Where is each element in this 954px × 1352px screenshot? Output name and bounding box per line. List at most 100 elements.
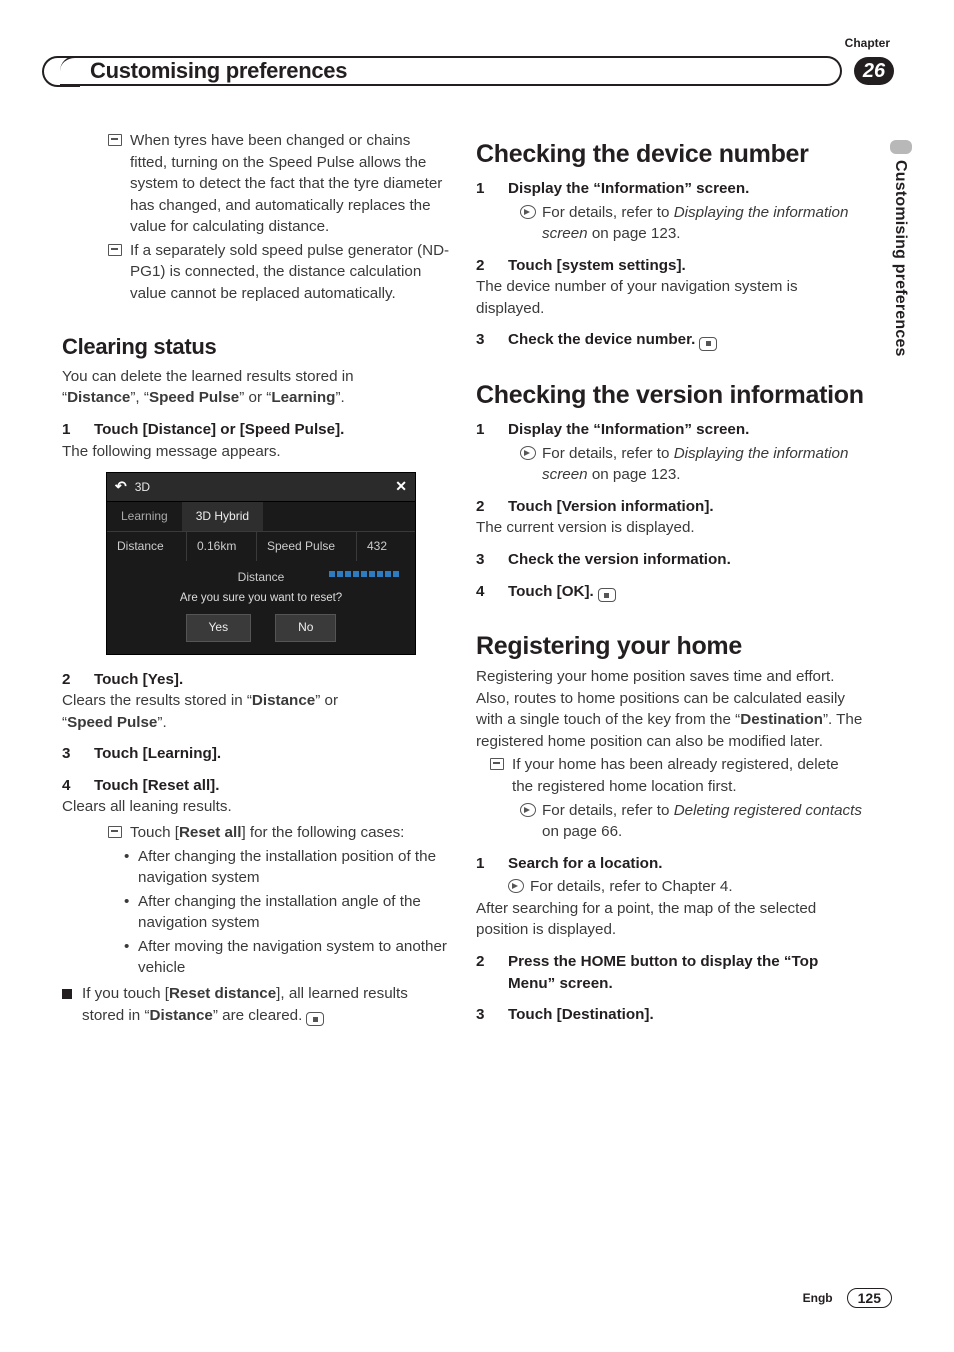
step-body: Clears the results stored in “Distance” …	[62, 690, 450, 733]
reference-icon	[520, 446, 536, 460]
note-item: If your home has been already registered…	[490, 754, 864, 797]
close-icon[interactable]: ✕	[395, 477, 407, 497]
bullet-icon: •	[124, 936, 138, 979]
dialog-title: Distance	[107, 561, 415, 588]
chapter-label: Chapter	[845, 36, 890, 50]
step-body: Clears all leaning results.	[62, 796, 450, 818]
cell-speed-pulse-label[interactable]: Speed Pulse	[257, 532, 357, 561]
term-distance: Distance	[67, 389, 130, 406]
bullet-item: •After changing the installation positio…	[124, 846, 450, 889]
no-button[interactable]: No	[275, 614, 336, 641]
body-text: Registering your home position saves tim…	[476, 666, 864, 752]
text-fragment: For details, refer to	[542, 204, 674, 221]
section-heading-registering-home: Registering your home	[476, 632, 864, 660]
page-number: 125	[847, 1288, 892, 1308]
square-icon	[62, 989, 72, 999]
note-icon	[490, 758, 504, 770]
section-heading-clearing-status: Clearing status	[62, 331, 450, 362]
step-2: 2 Touch [Version information].	[476, 496, 864, 518]
note-icon	[108, 244, 122, 256]
tab-3d-hybrid[interactable]: 3D Hybrid	[182, 502, 263, 531]
header-title: Customising preferences	[90, 58, 347, 84]
step-4: 4 Touch [Reset all].	[62, 775, 450, 797]
bullet-icon: •	[124, 846, 138, 889]
side-tab-marker	[890, 140, 912, 154]
step-2: 2 Touch [Yes].	[62, 669, 450, 691]
body-text: You can delete the learned results store…	[62, 366, 450, 409]
square-note: If you touch [Reset distance], all learn…	[62, 983, 450, 1026]
term-distance: Distance	[150, 1007, 213, 1024]
step-text: Check the version information.	[508, 549, 864, 571]
reference: For details, refer to Displaying the inf…	[520, 443, 864, 486]
step-text: Touch [system settings].	[508, 255, 864, 277]
term-reset-distance: Reset distance	[169, 985, 276, 1002]
bullet-item: •After changing the installation angle o…	[124, 891, 450, 934]
step-text: Touch [Version information].	[508, 496, 864, 518]
section-end-icon	[699, 337, 717, 351]
reference: For details, refer to Deleting registere…	[520, 800, 864, 843]
bullet-text: After moving the navigation system to an…	[138, 936, 450, 979]
reference: For details, refer to Chapter 4.	[508, 876, 864, 898]
reference-icon	[520, 803, 536, 817]
reference-icon	[508, 879, 524, 893]
note-text: If your home has been already registered…	[512, 754, 864, 797]
step-number: 3	[476, 329, 508, 351]
step-text: Touch [Destination].	[508, 1004, 864, 1026]
bullet-item: •After moving the navigation system to a…	[124, 936, 450, 979]
step-number: 2	[62, 669, 94, 691]
step-number: 3	[476, 549, 508, 571]
step-body: The device number of your navigation sys…	[476, 276, 864, 319]
step-2: 2 Press the HOME button to display the “…	[476, 951, 864, 994]
text-fragment: For details, refer to	[542, 802, 674, 819]
step-3: 3 Touch [Learning].	[62, 743, 450, 765]
term-speed-pulse: Speed Pulse	[67, 714, 157, 731]
step-number: 2	[476, 951, 508, 994]
note-icon	[108, 134, 122, 146]
step-4: 4 Touch [OK].	[476, 581, 864, 603]
text-fragment: You can delete the learned results store…	[62, 368, 354, 385]
bullet-text: After changing the installation position…	[138, 846, 450, 889]
step-text: Press the HOME button to display the “To…	[508, 951, 864, 994]
term-learning: Learning	[271, 389, 335, 406]
section-heading-version-info: Checking the version information	[476, 381, 864, 409]
step-text: Touch [OK].	[508, 581, 864, 603]
note-text: Touch [Reset all] for the following case…	[130, 822, 450, 844]
term-destination: Destination	[740, 711, 823, 728]
reference-text: For details, refer to Deleting registere…	[542, 800, 864, 843]
reference-title: Deleting registered contacts	[674, 802, 862, 819]
step-3: 3 Check the version information.	[476, 549, 864, 571]
term-reset-all: Reset all	[179, 824, 241, 841]
text-fragment: ] for the following cases:	[241, 824, 404, 841]
footer: Engb 125	[803, 1288, 892, 1308]
back-icon[interactable]: ↶	[115, 477, 127, 497]
note-text: If a separately sold speed pulse generat…	[130, 240, 450, 305]
step-3: 3 Touch [Destination].	[476, 1004, 864, 1026]
section-heading-device-number: Checking the device number	[476, 140, 864, 168]
yes-button[interactable]: Yes	[186, 614, 252, 641]
cell-distance-value: 0.16km	[187, 532, 257, 561]
step-1: 1 Search for a location.	[476, 853, 864, 875]
step-number: 3	[62, 743, 94, 765]
header-bar: Customising preferences 26	[60, 56, 894, 86]
note-item: If a separately sold speed pulse generat…	[108, 240, 450, 305]
screenshot-title: 3D	[135, 479, 396, 496]
tab-learning[interactable]: Learning	[107, 502, 182, 531]
note-item: Touch [Reset all] for the following case…	[108, 822, 450, 844]
reference-icon	[520, 205, 536, 219]
step-number: 1	[476, 419, 508, 441]
text-fragment: ”, “	[130, 389, 149, 406]
step-number: 1	[476, 853, 508, 875]
step-number: 4	[62, 775, 94, 797]
square-note-text: If you touch [Reset distance], all learn…	[82, 983, 450, 1026]
cell-distance-label[interactable]: Distance	[107, 532, 187, 561]
step-text: Display the “Information” screen.	[508, 419, 864, 441]
note-icon	[108, 826, 122, 838]
header-pill: Customising preferences	[60, 56, 842, 86]
step-number: 1	[476, 178, 508, 200]
step-number: 2	[476, 255, 508, 277]
note-text: When tyres have been changed or chains f…	[130, 130, 450, 238]
progress-bar-icon	[329, 571, 399, 577]
step-text: Display the “Information” screen.	[508, 178, 864, 200]
term-distance: Distance	[252, 692, 315, 709]
text-fragment: If you touch [	[82, 985, 169, 1002]
